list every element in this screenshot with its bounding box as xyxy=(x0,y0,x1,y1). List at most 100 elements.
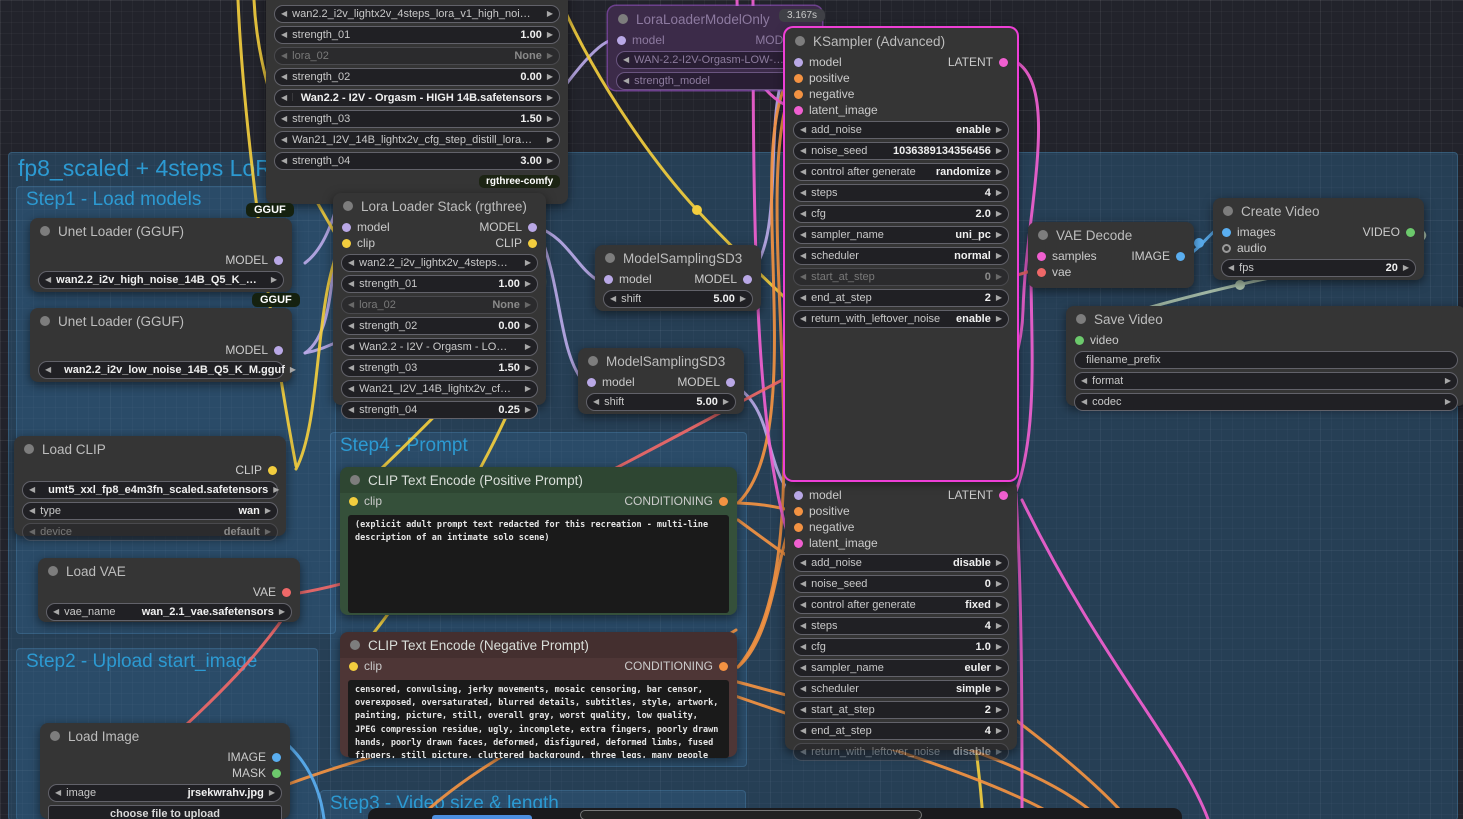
widget-sampler-name[interactable]: ◀ sampler_name uni_pc ▶ xyxy=(793,226,1009,244)
increment-arrow-icon[interactable]: ▶ xyxy=(996,664,1002,672)
node-unet-loader-gguf-1[interactable]: Unet Loader (GGUF) MODEL ◀ wan2.2_i2v_hig… xyxy=(30,218,292,292)
increment-arrow-icon[interactable]: ▶ xyxy=(996,147,1002,155)
decrement-arrow-icon[interactable]: ◀ xyxy=(800,685,806,693)
model-input-dot[interactable] xyxy=(587,377,596,387)
decrement-arrow-icon[interactable]: ◀ xyxy=(45,276,51,284)
widget-end-at-step[interactable]: ◀ end_at_step 4 ▶ xyxy=(793,722,1009,740)
MODEL-output-dot[interactable] xyxy=(274,345,283,355)
decrement-arrow-icon[interactable]: ◀ xyxy=(800,664,806,672)
widget-steps[interactable]: ◀ steps 4 ▶ xyxy=(793,617,1009,635)
widget-noise-seed[interactable]: ◀ noise_seed 1036389134356456 ▶ xyxy=(793,142,1009,160)
increment-arrow-icon[interactable]: ▶ xyxy=(273,486,279,494)
MODEL-output-dot[interactable] xyxy=(743,274,752,284)
CLIP-output-dot[interactable] xyxy=(528,238,537,248)
node-save-video[interactable]: Save Video video filename_prefix ◀ format ▶… xyxy=(1066,306,1463,411)
decrement-arrow-icon[interactable]: ◀ xyxy=(29,507,35,515)
MODEL-output-dot[interactable] xyxy=(528,222,537,232)
decrement-arrow-icon[interactable]: ◀ xyxy=(348,385,354,393)
IMAGE-output-dot[interactable] xyxy=(272,752,281,762)
audio-input-dot[interactable] xyxy=(1222,243,1231,253)
video-input-dot[interactable] xyxy=(1075,335,1084,345)
clip-input-dot[interactable] xyxy=(342,238,351,248)
decrement-arrow-icon[interactable]: ◀ xyxy=(348,259,354,267)
increment-arrow-icon[interactable]: ▶ xyxy=(290,366,296,374)
node-model-sampling-sd3-2[interactable]: ModelSamplingSD3 model MODEL ◀ shift 5.00 ▶ xyxy=(578,348,744,414)
widget-strength-03[interactable]: ◀ strength_03 1.50 ▶ xyxy=(341,359,538,377)
latent_image-input-dot[interactable] xyxy=(794,105,803,115)
negative-input-dot[interactable] xyxy=(794,522,803,532)
widget-scheduler[interactable]: ◀ scheduler normal ▶ xyxy=(793,247,1009,265)
decrement-arrow-icon[interactable]: ◀ xyxy=(1228,264,1234,272)
widget-wan21-i2v-14b-lightx2v-cfg-s[interactable]: ◀ Wan21_I2V_14B_lightx2v_cfg_step_distill… xyxy=(274,131,560,149)
node-create-video[interactable]: Create Video images VIDEO audio ◀ fps 20 ▶ xyxy=(1213,198,1424,280)
widget-add-noise[interactable]: ◀ add_noise disable ▶ xyxy=(793,554,1009,572)
increment-arrow-icon[interactable]: ▶ xyxy=(1445,398,1451,406)
increment-arrow-icon[interactable]: ▶ xyxy=(996,601,1002,609)
increment-arrow-icon[interactable]: ▶ xyxy=(525,343,531,351)
widget-fps[interactable]: ◀ fps 20 ▶ xyxy=(1221,259,1416,277)
increment-arrow-icon[interactable]: ▶ xyxy=(525,322,531,330)
node-title[interactable]: VAE Decode xyxy=(1028,222,1194,248)
collapse-dot-icon[interactable] xyxy=(795,36,805,46)
increment-arrow-icon[interactable]: ▶ xyxy=(1445,377,1451,385)
increment-arrow-icon[interactable]: ▶ xyxy=(547,115,553,123)
increment-arrow-icon[interactable]: ▶ xyxy=(996,210,1002,218)
collapse-dot-icon[interactable] xyxy=(1076,314,1086,324)
IMAGE-output-dot[interactable] xyxy=(1176,251,1185,261)
widget-add-noise[interactable]: ◀ add_noise enable ▶ xyxy=(793,121,1009,139)
widget-cfg[interactable]: ◀ cfg 2.0 ▶ xyxy=(793,205,1009,223)
decrement-arrow-icon[interactable]: ◀ xyxy=(55,789,61,797)
node-title[interactable]: Unet Loader (GGUF) xyxy=(30,218,292,244)
wire-latent[interactable] xyxy=(1020,498,1210,819)
decrement-arrow-icon[interactable]: ◀ xyxy=(800,252,806,260)
node-title[interactable]: ModelSamplingSD3 xyxy=(578,348,744,374)
widget-device[interactable]: ◀ device default ▶ xyxy=(22,523,278,541)
pill-fragment[interactable] xyxy=(580,810,922,819)
images-input-dot[interactable] xyxy=(1222,227,1231,237)
widget-return-with-leftover-noise[interactable]: ◀ return_with_leftover_noise enable ▶ xyxy=(793,310,1009,328)
decrement-arrow-icon[interactable]: ◀ xyxy=(281,157,287,165)
widget-noise-seed[interactable]: ◀ noise_seed 0 ▶ xyxy=(793,575,1009,593)
positive-prompt-textarea[interactable]: (explicit adult prompt text redacted for… xyxy=(348,515,729,613)
widget-return-with-leftover-noise[interactable]: ◀ return_with_leftover_noise disable ▶ xyxy=(793,743,1009,761)
widget-start-at-step[interactable]: ◀ start_at_step 2 ▶ xyxy=(793,701,1009,719)
widget-wan2-2-i2v-orgasm-low-14-[interactable]: ◀ Wan2.2 - I2V - Orgasm - LOW 14... ▶ xyxy=(341,338,538,356)
decrement-arrow-icon[interactable]: ◀ xyxy=(29,528,35,536)
positive-input-dot[interactable] xyxy=(794,506,803,516)
widget-strength-01[interactable]: ◀ strength_01 1.00 ▶ xyxy=(274,26,560,44)
widget-type[interactable]: ◀ type wan ▶ xyxy=(22,502,278,520)
link-dot[interactable] xyxy=(1235,280,1245,290)
decrement-arrow-icon[interactable]: ◀ xyxy=(29,486,35,494)
widget-clip-[interactable]: ◀clip ...umt5_xxl_fp8_e4m3fn_scaled.safe… xyxy=(22,481,279,499)
decrement-arrow-icon[interactable]: ◀ xyxy=(281,136,287,144)
decrement-arrow-icon[interactable]: ◀ xyxy=(348,364,354,372)
widget-image[interactable]: ◀ image jrsekwrahv.jpg ▶ xyxy=(48,784,282,802)
increment-arrow-icon[interactable]: ▶ xyxy=(271,276,277,284)
widget-sampler-name[interactable]: ◀ sampler_name euler ▶ xyxy=(793,659,1009,677)
MODEL-output-dot[interactable] xyxy=(726,377,735,387)
decrement-arrow-icon[interactable]: ◀ xyxy=(800,559,806,567)
negative-input-dot[interactable] xyxy=(794,89,803,99)
increment-arrow-icon[interactable]: ▶ xyxy=(525,301,531,309)
model-input-dot[interactable] xyxy=(342,222,351,232)
increment-arrow-icon[interactable]: ▶ xyxy=(740,295,746,303)
widget-strength-02[interactable]: ◀ strength_02 0.00 ▶ xyxy=(274,68,560,86)
wire-conditioning[interactable] xyxy=(736,524,792,669)
node-title[interactable]: CLIP Text Encode (Positive Prompt) xyxy=(340,467,737,493)
increment-arrow-icon[interactable]: ▶ xyxy=(723,398,729,406)
node-title[interactable]: CLIP Text Encode (Negative Prompt) xyxy=(340,632,737,658)
increment-arrow-icon[interactable]: ▶ xyxy=(269,789,275,797)
LATENT-output-dot[interactable] xyxy=(999,57,1008,67)
collapse-dot-icon[interactable] xyxy=(588,356,598,366)
increment-arrow-icon[interactable]: ▶ xyxy=(547,73,553,81)
node-lora-loader-stack-rgthree[interactable]: Lora Loader Stack (rgthree) model MODEL cl… xyxy=(333,193,546,419)
increment-arrow-icon[interactable]: ▶ xyxy=(265,528,271,536)
increment-arrow-icon[interactable]: ▶ xyxy=(996,231,1002,239)
VIDEO-output-dot[interactable] xyxy=(1406,227,1415,237)
decrement-arrow-icon[interactable]: ◀ xyxy=(800,273,806,281)
node-title[interactable]: Create Video xyxy=(1213,198,1424,224)
collapse-dot-icon[interactable] xyxy=(1038,230,1048,240)
collapse-dot-icon[interactable] xyxy=(24,444,34,454)
widget-cfg[interactable]: ◀ cfg 1.0 ▶ xyxy=(793,638,1009,656)
decrement-arrow-icon[interactable]: ◀ xyxy=(800,748,806,756)
